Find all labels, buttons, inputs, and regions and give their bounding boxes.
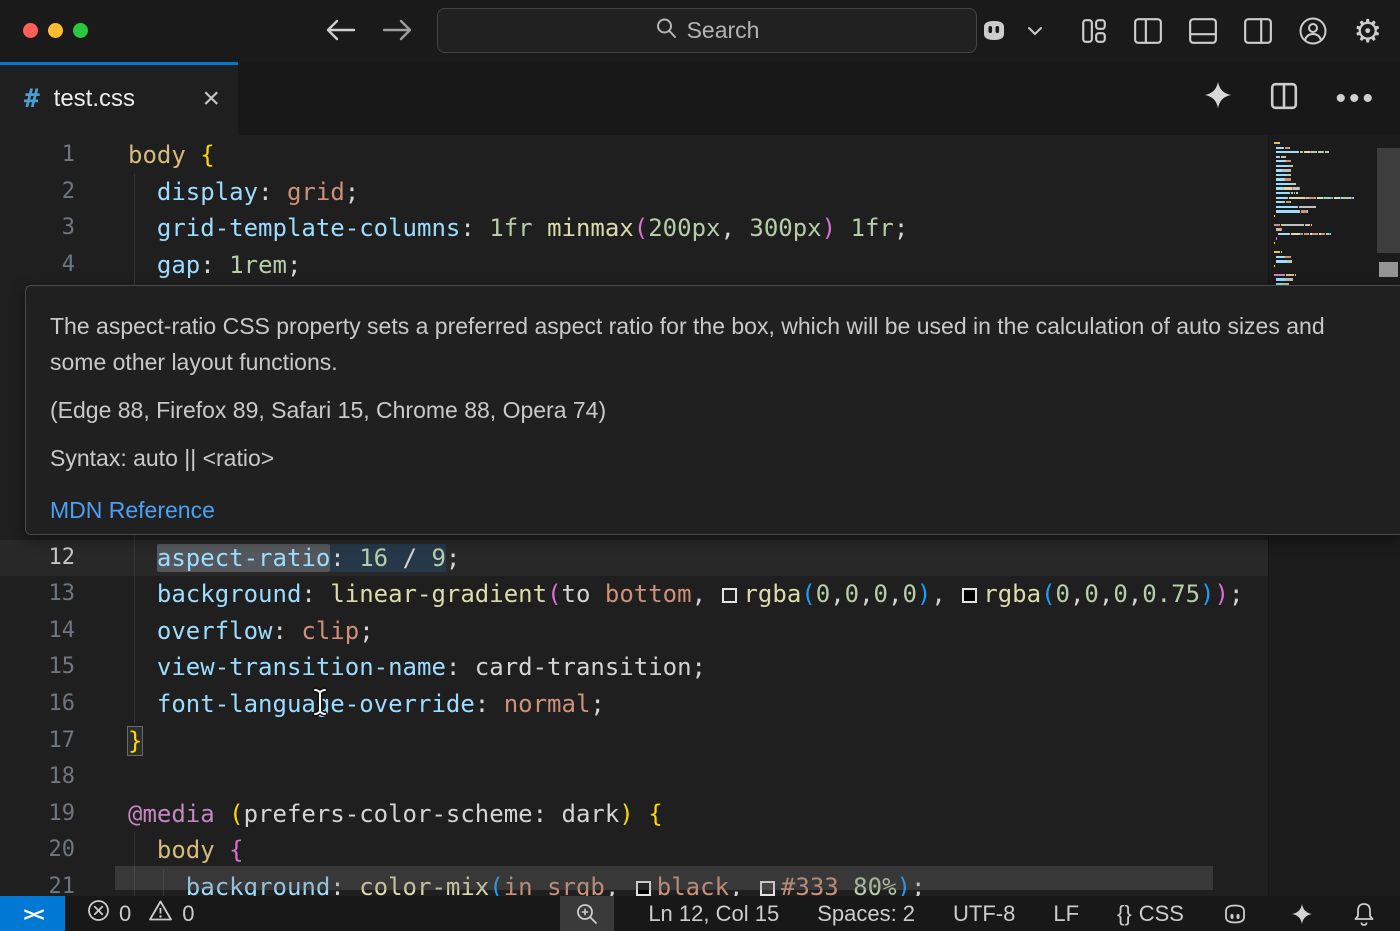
mdn-reference-link[interactable]: MDN Reference: [50, 492, 1376, 528]
language-mode-indicator[interactable]: {} CSS: [1113, 896, 1188, 931]
problems-indicator[interactable]: 0 0: [83, 896, 199, 931]
close-window-button[interactable]: [23, 23, 38, 38]
error-count: 0: [119, 901, 131, 927]
account-icon[interactable]: [1298, 11, 1328, 51]
overview-ruler-marker: [1379, 262, 1398, 277]
copilot-edit-sparkle-icon[interactable]: [1203, 80, 1233, 118]
code-line[interactable]: 1body {: [0, 137, 1268, 174]
code-line[interactable]: 15 view-transition-name: card-transition…: [0, 649, 1268, 686]
search-icon: [655, 17, 677, 45]
code-line[interactable]: 4 gap: 1rem;: [0, 247, 1268, 284]
tab-test-css[interactable]: # test.css ×: [0, 62, 238, 135]
status-bar: >< 0 0 Ln 12, Col 15 Spaces: 2 UTF-8 LF …: [0, 896, 1400, 931]
tooltip-syntax: Syntax: auto || <ratio>: [50, 440, 1376, 476]
copilot-sparkle-icon[interactable]: [1286, 896, 1318, 931]
code-line[interactable]: 12 aspect-ratio: 16 / 9;: [0, 540, 1268, 577]
mouse-text-cursor: [310, 687, 330, 722]
tab-close-icon[interactable]: ×: [202, 84, 220, 114]
toggle-primary-sidebar-icon[interactable]: [1133, 11, 1163, 51]
tab-bar: # test.css × •••: [0, 62, 1400, 135]
search-input[interactable]: Search: [437, 8, 977, 53]
vscode-window: Search: [0, 0, 1400, 931]
tab-label: test.css: [54, 85, 135, 113]
horizontal-scrollbar-thumb[interactable]: [115, 866, 1213, 890]
forward-arrow-icon[interactable]: [380, 10, 416, 50]
customize-layout-icon[interactable]: [1080, 11, 1108, 51]
minimize-window-button[interactable]: [48, 23, 63, 38]
maximize-window-button[interactable]: [73, 23, 88, 38]
code-line[interactable]: 2 display: grid;: [0, 174, 1268, 211]
eol-indicator[interactable]: LF: [1049, 896, 1083, 931]
warning-count: 0: [182, 901, 194, 927]
title-bar: Search: [0, 0, 1400, 62]
copilot-icon[interactable]: [980, 11, 1016, 51]
hover-tooltip: The aspect-ratio CSS property sets a pre…: [25, 285, 1400, 535]
color-swatch: [722, 588, 737, 603]
minimap-content: [1274, 141, 1354, 309]
window-controls: [23, 23, 88, 38]
toggle-panel-icon[interactable]: [1188, 11, 1218, 51]
screencast-zoom-indicator[interactable]: [560, 896, 614, 931]
code-line[interactable]: 14 overflow: clip;: [0, 613, 1268, 650]
settings-gear-icon[interactable]: ⚙: [1353, 11, 1382, 51]
search-label: Search: [687, 17, 760, 44]
code-line[interactable]: 13 background: linear-gradient(to bottom…: [0, 576, 1268, 613]
error-icon: [87, 899, 110, 928]
remote-indicator[interactable]: ><: [0, 896, 65, 931]
code-line[interactable]: 3 grid-template-columns: 1fr minmax(200p…: [0, 210, 1268, 247]
copilot-status-icon[interactable]: [1218, 896, 1256, 931]
vertical-scrollbar-thumb[interactable]: [1377, 148, 1400, 253]
css-language-icon: #: [24, 84, 40, 114]
back-arrow-icon[interactable]: [322, 10, 358, 50]
code-line[interactable]: 20 body {: [0, 832, 1268, 869]
tooltip-description: The aspect-ratio CSS property sets a pre…: [50, 308, 1376, 380]
notifications-bell-icon[interactable]: [1348, 896, 1380, 931]
code-line[interactable]: 18: [0, 759, 1268, 796]
code-line[interactable]: 16 font-language-override: normal;: [0, 686, 1268, 723]
editor-pane[interactable]: 1body {2 display: grid;3 grid-template-c…: [0, 135, 1400, 896]
color-swatch: [962, 588, 977, 603]
cursor-position-indicator[interactable]: Ln 12, Col 15: [644, 896, 783, 931]
warning-icon: [148, 899, 173, 928]
code-line[interactable]: 19@media (prefers-color-scheme: dark) {: [0, 796, 1268, 833]
tooltip-browser-support: (Edge 88, Firefox 89, Safari 15, Chrome …: [50, 392, 1376, 428]
toggle-secondary-sidebar-icon[interactable]: [1243, 11, 1273, 51]
split-editor-icon[interactable]: [1269, 81, 1299, 116]
encoding-indicator[interactable]: UTF-8: [949, 896, 1019, 931]
chevron-down-icon[interactable]: [1027, 11, 1043, 51]
more-actions-icon[interactable]: •••: [1335, 82, 1376, 116]
braces-icon: {}: [1117, 901, 1132, 927]
code-line[interactable]: 17}: [0, 723, 1268, 760]
indentation-indicator[interactable]: Spaces: 2: [813, 896, 919, 931]
